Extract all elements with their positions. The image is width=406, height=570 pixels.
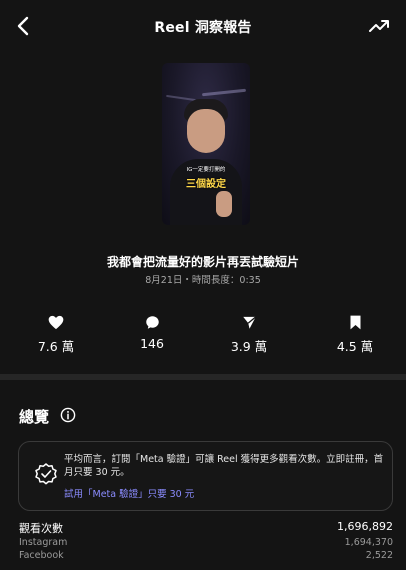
facebook-views: 2,522 — [365, 550, 393, 561]
video-meta: 8月21日・時間長度：0:35 — [145, 275, 261, 286]
views-label: 觀看次數 — [19, 522, 63, 535]
instagram-views: 1,694,370 — [344, 537, 393, 548]
comments-count: 146 — [140, 336, 164, 351]
likes-count: 7.6 萬 — [37, 339, 75, 354]
views-total-row: 觀看次數 1,696,892 — [19, 520, 393, 536]
header: Reel 洞察報告 — [0, 0, 406, 52]
reel-insights-screen: Reel 洞察報告 IG一定要打開的 三個設定 我都會把流量好的影片再丟試驗短片… — [0, 0, 406, 570]
meta-verified-promo-card: 平均而言，訂閱「Meta 驗證」可讓 Reel 獲得更多觀看次數。立即註冊，首月… — [18, 441, 393, 511]
thumbnail-caption-small: IG一定要打開的 — [186, 167, 226, 173]
saves-count: 4.5 萬 — [336, 339, 374, 354]
comment-bubble-icon — [145, 315, 159, 329]
trending-up-icon — [369, 20, 389, 32]
try-meta-verified-link[interactable]: 試用「Meta 驗證」只要 30 元 — [64, 486, 194, 500]
send-icon — [242, 315, 256, 329]
page-title: Reel 洞察報告 — [154, 20, 252, 36]
reel-thumbnail[interactable]: IG一定要打開的 三個設定 — [162, 63, 250, 225]
shares-count: 3.9 萬 — [230, 339, 268, 354]
views-facebook-row: Facebook 2,522 — [19, 550, 393, 563]
thumbnail-person-face — [187, 109, 225, 153]
section-divider — [0, 374, 406, 380]
thumbnail-caption-big: 三個設定 — [186, 179, 226, 190]
video-title: 我都會把流量好的影片再丟試驗短片 — [106, 255, 299, 269]
comments-stat: 146 — [122, 313, 182, 351]
views-total: 1,696,892 — [337, 520, 393, 533]
info-icon[interactable] — [60, 407, 76, 423]
thumbnail-light — [201, 88, 247, 97]
bookmark-icon — [350, 315, 360, 329]
trend-button[interactable] — [366, 13, 392, 39]
thumbnail-person-hand — [216, 191, 232, 217]
heart-icon — [48, 315, 64, 329]
views-instagram-row: Instagram 1,694,370 — [19, 537, 393, 550]
verified-badge-icon — [35, 463, 57, 485]
instagram-label: Instagram — [19, 537, 68, 548]
overview-title: 總覽 — [19, 408, 50, 426]
shares-stat: 3.9 萬 — [219, 313, 279, 355]
promo-text: 平均而言，訂閱「Meta 驗證」可讓 Reel 獲得更多觀看次數。立即註冊，首月… — [64, 454, 384, 478]
saves-stat: 4.5 萬 — [325, 313, 385, 355]
facebook-label: Facebook — [19, 550, 64, 561]
likes-stat: 7.6 萬 — [26, 313, 86, 355]
